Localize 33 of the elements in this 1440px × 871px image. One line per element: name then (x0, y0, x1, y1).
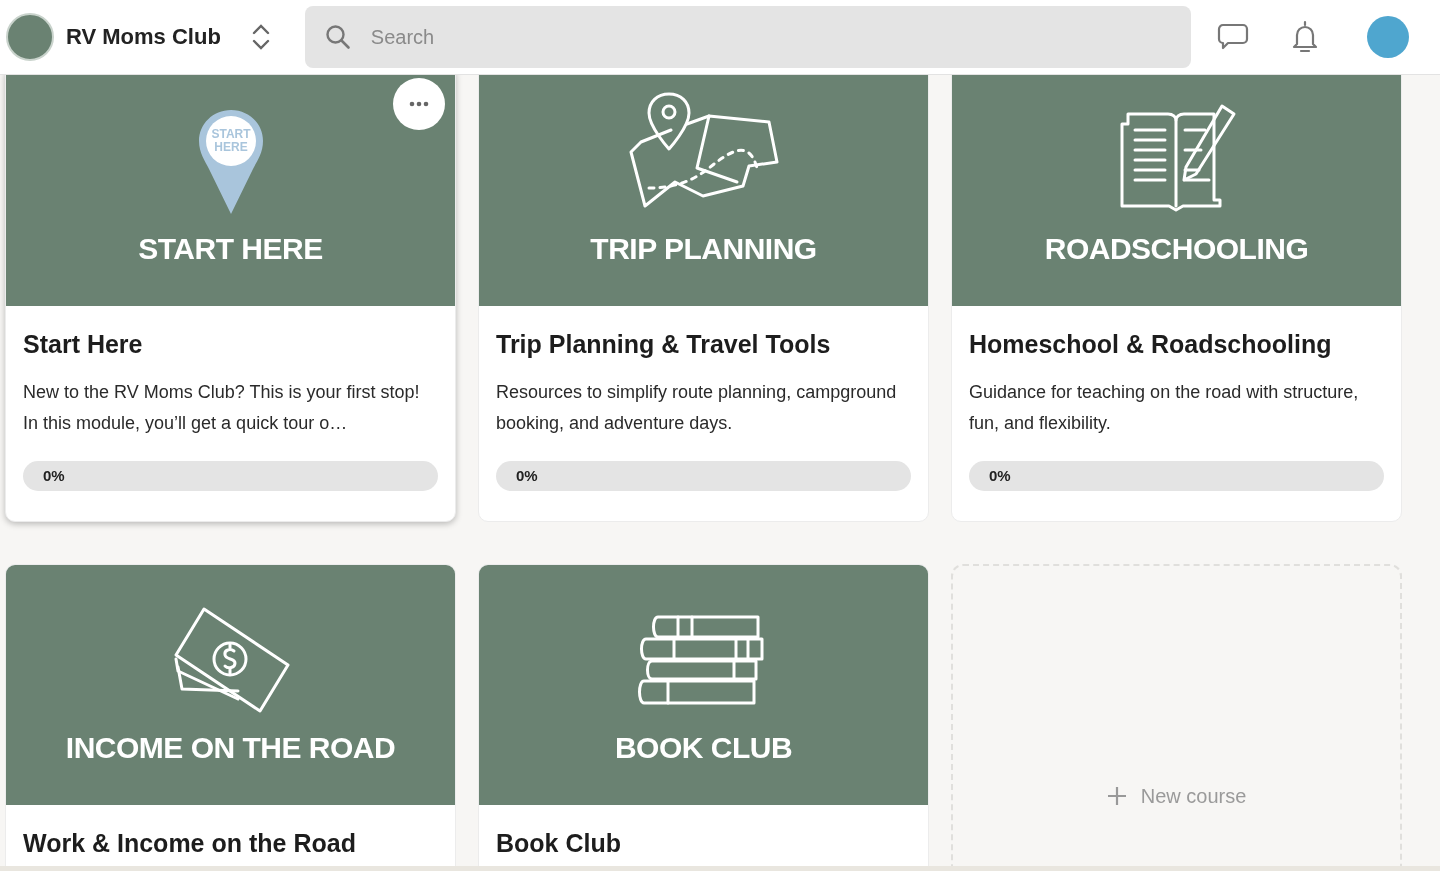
bell-icon (1290, 20, 1319, 54)
cover-title: INCOME ON THE ROAD (65, 731, 396, 765)
chat-bubble-icon (1216, 23, 1249, 51)
course-card[interactable]: ROADSCHOOLING Homeschool & Roadschooling Guidance for teaching on the road with structure, fun, and flexibility. 0% (951, 75, 1402, 522)
course-card[interactable]: TRIP PLANNING Trip Planning & Travel Tools Resources to simplify route planning, campground booking, and adventure days. 0% (478, 75, 929, 522)
course-card[interactable]: INCOME ON THE ROAD Work & Income on the Road (5, 564, 456, 866)
user-avatar[interactable] (1366, 16, 1409, 58)
course-description: New to the RV Moms Club? This is your first stop! In this module, you’ll get a quick tour o… (23, 381, 421, 435)
chevron-up-down-icon (250, 23, 271, 51)
progress-label: 0% (516, 467, 538, 484)
course-card[interactable]: START HERE START HERE Start Here New to the RV Moms Club? This is your first stop! In this module, you’ll get a quick tour o… 0% (5, 75, 456, 522)
cover-title: ROADSCHOOLING (1044, 232, 1309, 266)
community-name: RV Moms Club (66, 24, 221, 50)
map-pin-icon: START HERE (197, 108, 264, 214)
progress-label: 0% (43, 467, 65, 484)
plus-icon (1106, 786, 1127, 806)
course-title: Book Club (496, 829, 622, 858)
cover-title: START HERE (138, 232, 323, 266)
chat-button[interactable] (1216, 23, 1249, 51)
more-dots-icon (409, 101, 429, 107)
course-title: Homeschool & Roadschooling (969, 330, 1333, 359)
cover-title: BOOK CLUB (614, 731, 793, 765)
course-title: Trip Planning & Travel Tools (496, 330, 832, 359)
progress-label: 0% (989, 467, 1011, 484)
course-title: Work & Income on the Road (23, 829, 357, 858)
course-description: Guidance for teaching on the road with structure, fun, and flexibility. (969, 381, 1360, 435)
course-title: Start Here (23, 330, 144, 359)
notifications-button[interactable] (1290, 20, 1319, 54)
course-description: Resources to simplify route planning, campground booking, and adventure days. (496, 381, 898, 435)
search-icon (324, 24, 351, 50)
course-card[interactable]: BOOK CLUB Book Club (478, 564, 929, 866)
cover-title: TRIP PLANNING (590, 232, 817, 266)
community-logo[interactable] (6, 13, 54, 61)
